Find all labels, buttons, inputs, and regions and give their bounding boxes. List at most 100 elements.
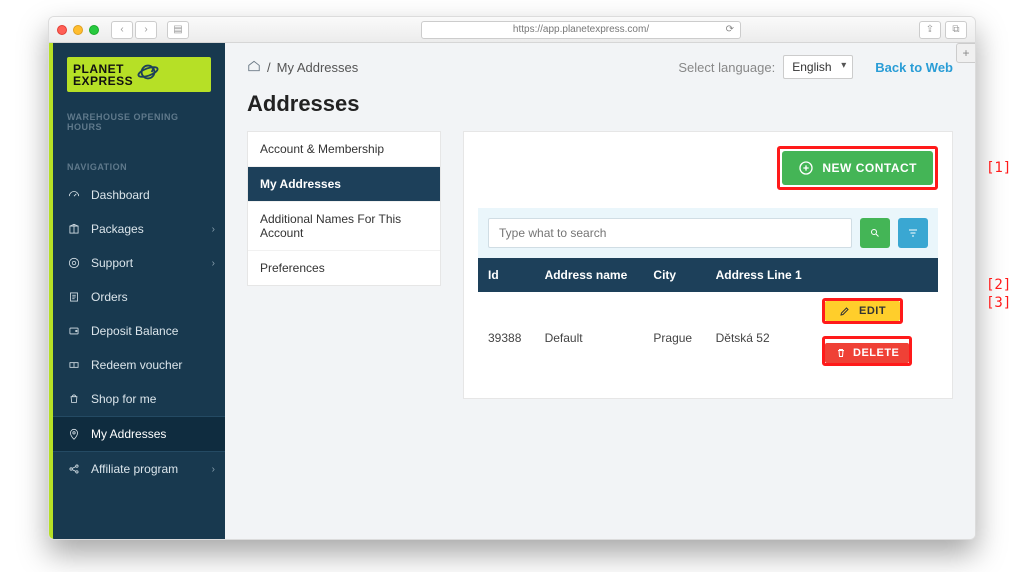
wallet-icon	[67, 324, 81, 338]
new-contact-label: NEW CONTACT	[822, 161, 917, 175]
submenu-preferences[interactable]: Preferences	[248, 251, 440, 285]
maximize-window-icon[interactable]	[89, 25, 99, 35]
back-button[interactable]: ‹	[111, 21, 133, 39]
settings-submenu: Account & Membership My Addresses Additi…	[247, 131, 441, 286]
callout-2: EDIT	[822, 298, 903, 324]
annotation-2: [2]	[986, 277, 1011, 293]
nav-packages[interactable]: Packages ›	[53, 212, 225, 246]
browser-toolbar: ‹ › ▤ https://app.planetexpress.com/ ⟳ ⇪…	[49, 17, 975, 43]
submenu-my-addresses[interactable]: My Addresses	[248, 167, 440, 202]
nav-deposit-balance[interactable]: Deposit Balance	[53, 314, 225, 348]
annotation-3: [3]	[986, 295, 1011, 311]
back-to-web-link[interactable]: Back to Web	[875, 60, 953, 75]
cell-id: 39388	[478, 292, 535, 384]
col-address-line-1[interactable]: Address Line 1	[706, 258, 818, 292]
nav-label: Packages	[91, 222, 144, 236]
nav-dashboard[interactable]: Dashboard	[53, 178, 225, 212]
cell-line1: Dětská 52	[706, 292, 818, 384]
addresses-card: NEW CONTACT	[463, 131, 953, 399]
reload-icon[interactable]: ⟳	[726, 24, 734, 35]
chevron-right-icon: ›	[212, 258, 215, 269]
search-button[interactable]	[860, 218, 890, 248]
edit-button[interactable]: EDIT	[825, 301, 900, 321]
nav-label: Deposit Balance	[91, 324, 178, 338]
box-icon	[67, 222, 81, 236]
nav-label: My Addresses	[91, 427, 166, 441]
section-hours-label: WAREHOUSE OPENING HOURS	[53, 102, 225, 138]
nav-shop-for-me[interactable]: Shop for me	[53, 382, 225, 416]
url-bar[interactable]: https://app.planetexpress.com/ ⟳	[421, 21, 741, 39]
browser-window: ‹ › ▤ https://app.planetexpress.com/ ⟳ ⇪…	[48, 16, 976, 540]
nav-support[interactable]: Support ›	[53, 246, 225, 280]
pencil-icon	[839, 305, 851, 317]
tabs-icon[interactable]: ⧉	[945, 21, 967, 39]
nav-redeem-voucher[interactable]: Redeem voucher	[53, 348, 225, 382]
breadcrumb: / My Addresses	[247, 59, 358, 76]
plus-circle-icon	[798, 160, 814, 176]
nav-label: Redeem voucher	[91, 358, 182, 372]
nav-my-addresses[interactable]: My Addresses	[53, 416, 225, 451]
nav-orders[interactable]: Orders	[53, 280, 225, 314]
lifebuoy-icon	[67, 256, 81, 270]
table-row: 39388 Default Prague Dětská 52 EDIT	[478, 292, 938, 384]
breadcrumb-sep: /	[267, 60, 271, 75]
home-icon[interactable]	[247, 59, 261, 76]
search-input[interactable]	[488, 218, 852, 248]
chevron-right-icon: ›	[212, 224, 215, 235]
submenu-account-membership[interactable]: Account & Membership	[248, 132, 440, 167]
delete-button[interactable]: DELETE	[825, 343, 909, 363]
nav-label: Affiliate program	[91, 462, 178, 476]
gauge-icon	[67, 188, 81, 202]
bag-icon	[67, 392, 81, 406]
language-select[interactable]: English	[783, 55, 853, 79]
forward-button[interactable]: ›	[135, 21, 157, 39]
close-window-icon[interactable]	[57, 25, 67, 35]
new-contact-button[interactable]: NEW CONTACT	[782, 151, 933, 185]
filter-button[interactable]	[898, 218, 928, 248]
nav-label: Support	[91, 256, 133, 270]
callout-1: NEW CONTACT	[777, 146, 938, 190]
breadcrumb-current: My Addresses	[277, 60, 359, 75]
url-text: https://app.planetexpress.com/	[513, 24, 649, 35]
traffic-lights	[57, 25, 99, 35]
main-panel: / My Addresses Select language: English …	[225, 43, 975, 539]
language-value: English	[792, 60, 831, 74]
nav-affiliate-program[interactable]: Affiliate program ›	[53, 451, 225, 486]
chevron-right-icon: ›	[212, 464, 215, 475]
app-root: PLANET EXPRESS WAREHOUSE OPENING HOURS N…	[49, 43, 975, 539]
logo-line1: PLANET	[73, 63, 133, 75]
cell-city: Prague	[643, 292, 705, 384]
logo[interactable]: PLANET EXPRESS	[67, 57, 211, 92]
planet-icon	[137, 61, 159, 88]
submenu-additional-names[interactable]: Additional Names For This Account	[248, 202, 440, 251]
pin-icon	[67, 427, 81, 441]
addresses-table: Id Address name City Address Line 1 3938…	[478, 258, 938, 384]
nav-label: Orders	[91, 290, 128, 304]
col-actions	[818, 258, 938, 292]
col-id[interactable]: Id	[478, 258, 535, 292]
topbar: / My Addresses Select language: English …	[225, 43, 975, 87]
delete-label: DELETE	[853, 347, 899, 359]
nav-label: Shop for me	[91, 392, 156, 406]
callout-3: DELETE	[822, 336, 912, 366]
list-icon	[67, 290, 81, 304]
annotation-1: [1]	[986, 160, 1011, 176]
language-label: Select language:	[678, 60, 775, 75]
share-nodes-icon	[67, 462, 81, 476]
sidebar-toggle-icon[interactable]: ▤	[167, 21, 189, 39]
search-icon	[869, 227, 881, 239]
search-row	[478, 208, 938, 258]
new-tab-button[interactable]: +	[956, 43, 976, 63]
sidebar: PLANET EXPRESS WAREHOUSE OPENING HOURS N…	[53, 43, 225, 539]
share-icon[interactable]: ⇪	[919, 21, 941, 39]
col-address-name[interactable]: Address name	[535, 258, 644, 292]
logo-line2: EXPRESS	[73, 75, 133, 87]
col-city[interactable]: City	[643, 258, 705, 292]
filter-icon	[907, 227, 919, 239]
edit-label: EDIT	[859, 305, 886, 317]
page-title: Addresses	[225, 87, 975, 131]
minimize-window-icon[interactable]	[73, 25, 83, 35]
nav-label: Dashboard	[91, 188, 150, 202]
trash-icon	[835, 347, 847, 359]
ticket-icon	[67, 358, 81, 372]
